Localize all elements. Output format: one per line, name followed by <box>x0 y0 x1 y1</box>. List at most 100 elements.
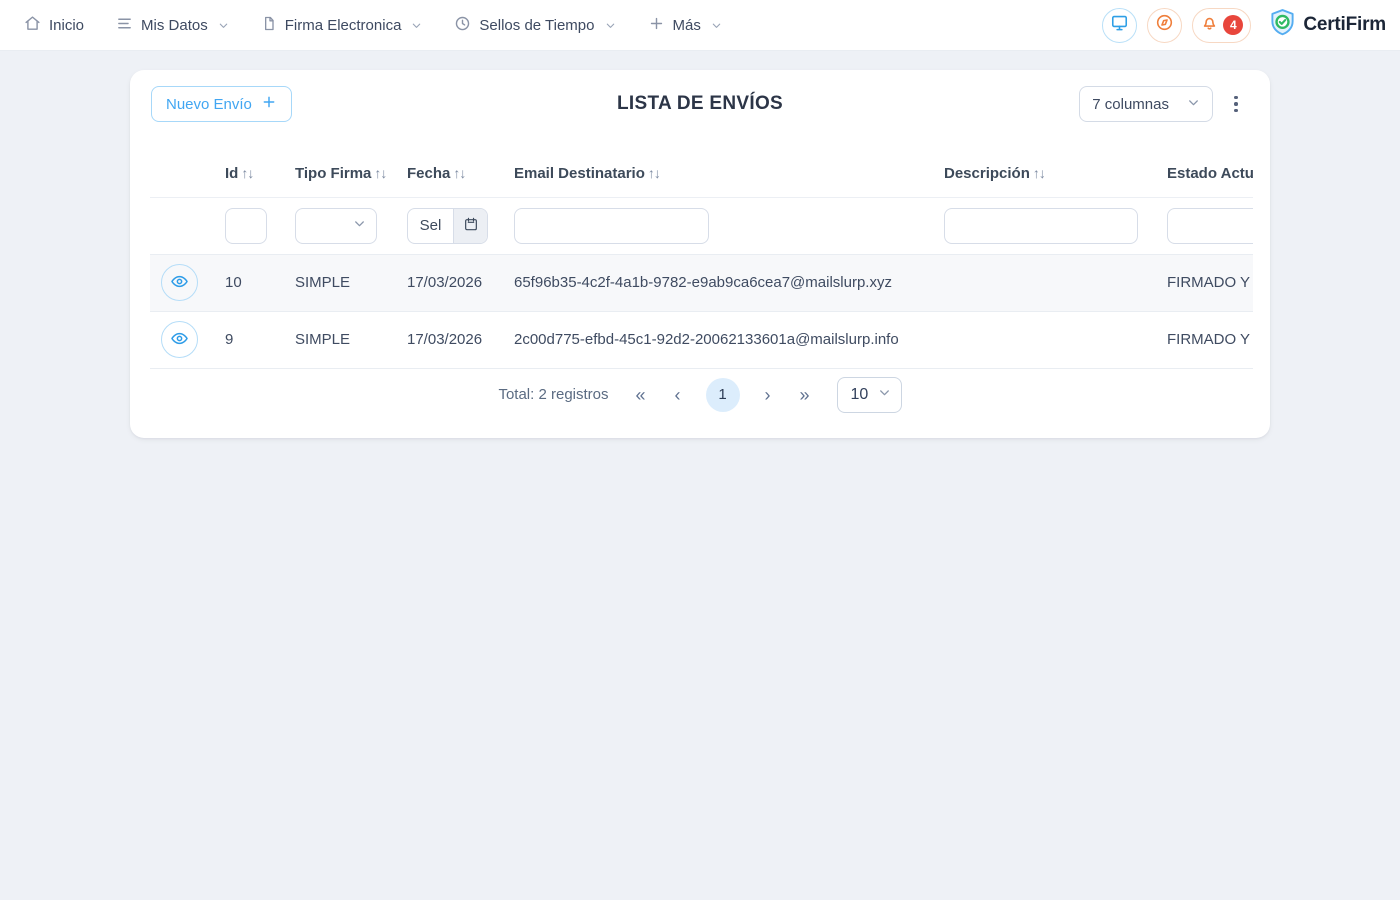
cell-fecha: 17/03/2026 <box>407 311 514 368</box>
chevron-down-icon <box>411 20 422 31</box>
estado-filter-input[interactable] <box>1167 208 1253 244</box>
nav-label: Más <box>673 17 701 34</box>
cell-id: 10 <box>225 254 295 311</box>
total-records-label: Total: 2 registros <box>498 386 608 403</box>
chevron-down-icon <box>711 20 722 31</box>
table-row[interactable]: 10 SIMPLE 17/03/2026 65f96b35-4c2f-4a1b-… <box>150 254 1253 311</box>
previous-page-button[interactable]: ‹ <box>671 386 685 404</box>
cell-descripcion <box>944 311 1167 368</box>
cell-email: 2c00d775-efbd-45c1-92d2-20062133601a@mai… <box>514 311 944 368</box>
cell-tipo-firma: SIMPLE <box>295 254 407 311</box>
dot <box>1234 102 1238 106</box>
calendar-icon <box>463 216 479 235</box>
monitor-icon <box>1110 13 1129 37</box>
table-filter-row: Sel <box>150 197 1253 254</box>
brand-logo[interactable]: CertiFirm <box>1269 8 1386 43</box>
tipo-firma-filter-select[interactable] <box>295 208 377 244</box>
view-envio-button[interactable] <box>161 264 198 301</box>
nav-item-mas[interactable]: Más <box>648 15 722 36</box>
chevron-down-icon <box>878 386 891 404</box>
column-header-fecha[interactable]: Fecha↑↓ <box>407 150 514 197</box>
brand-name: CertiFirm <box>1303 14 1386 36</box>
list-icon <box>116 15 133 36</box>
plus-icon <box>648 15 665 36</box>
nav-item-mis-datos[interactable]: Mis Datos <box>116 15 229 36</box>
descripcion-filter-input[interactable] <box>944 208 1138 244</box>
page-size-value: 10 <box>851 386 869 404</box>
id-filter-input[interactable] <box>225 208 267 244</box>
document-icon <box>261 15 277 36</box>
clock-icon <box>454 15 471 36</box>
compass-icon <box>1155 13 1174 37</box>
notifications-button[interactable]: 4 <box>1192 8 1251 43</box>
sort-icon[interactable]: ↑↓ <box>374 165 386 181</box>
nav-label: Inicio <box>49 17 84 34</box>
monitor-button[interactable] <box>1102 8 1137 43</box>
plus-icon <box>261 94 277 114</box>
nav-item-inicio[interactable]: Inicio <box>24 15 84 36</box>
compass-button[interactable] <box>1147 8 1182 43</box>
top-navigation-bar: Inicio Mis Datos Firma Electronica Sello… <box>0 0 1400 51</box>
column-header-actions <box>150 150 225 197</box>
envios-table: Id↑↓ Tipo Firma↑↓ Fecha↑↓ Email Destinat… <box>150 150 1253 369</box>
cell-estado: FIRMADO Y C <box>1167 254 1253 311</box>
dot <box>1234 109 1238 113</box>
cell-tipo-firma: SIMPLE <box>295 311 407 368</box>
new-envio-label: Nuevo Envío <box>166 96 252 113</box>
cell-descripcion <box>944 254 1167 311</box>
columns-select-value: 7 columnas <box>1092 96 1169 113</box>
bell-icon <box>1200 13 1219 37</box>
sort-icon[interactable]: ↑↓ <box>453 165 465 181</box>
column-header-tipo-firma[interactable]: Tipo Firma↑↓ <box>295 150 407 197</box>
topbar-actions: 4 CertiFirm <box>1102 8 1386 43</box>
next-page-button[interactable]: › <box>761 386 775 404</box>
eye-icon <box>170 329 189 351</box>
column-header-id[interactable]: Id↑↓ <box>225 150 295 197</box>
fecha-filter: Sel <box>407 208 488 244</box>
chevron-down-icon <box>605 20 616 31</box>
page-size-select[interactable]: 10 <box>837 377 902 413</box>
nav-item-firma-electronica[interactable]: Firma Electronica <box>261 15 423 36</box>
sort-icon[interactable]: ↑↓ <box>241 165 253 181</box>
view-envio-button[interactable] <box>161 321 198 358</box>
first-page-button[interactable]: « <box>632 386 650 404</box>
eye-icon <box>170 272 189 294</box>
card-header-actions: 7 columnas <box>1079 86 1249 122</box>
dot <box>1234 96 1238 100</box>
last-page-button[interactable]: » <box>796 386 814 404</box>
column-header-email[interactable]: Email Destinatario↑↓ <box>514 150 944 197</box>
filter-cell-empty <box>150 197 225 254</box>
cell-email: 65f96b35-4c2f-4a1b-9782-e9ab9ca6cea7@mai… <box>514 254 944 311</box>
chevron-down-icon <box>1187 96 1200 113</box>
column-header-descripcion[interactable]: Descripción↑↓ <box>944 150 1167 197</box>
calendar-button[interactable] <box>453 209 487 243</box>
cell-estado: FIRMADO Y C <box>1167 311 1253 368</box>
card-header: Nuevo Envío LISTA DE ENVÍOS 7 columnas <box>130 86 1270 122</box>
column-header-estado-actual[interactable]: Estado Actual <box>1167 150 1253 197</box>
cell-id: 9 <box>225 311 295 368</box>
envios-card: Nuevo Envío LISTA DE ENVÍOS 7 columnas <box>130 70 1270 438</box>
fecha-filter-value[interactable]: Sel <box>408 209 453 243</box>
nav-label: Sellos de Tiempo <box>479 17 594 34</box>
cell-fecha: 17/03/2026 <box>407 254 514 311</box>
new-envio-button[interactable]: Nuevo Envío <box>151 86 292 122</box>
table-row[interactable]: 9 SIMPLE 17/03/2026 2c00d775-efbd-45c1-9… <box>150 311 1253 368</box>
nav-item-sellos-de-tiempo[interactable]: Sellos de Tiempo <box>454 15 615 36</box>
table-scroll-container[interactable]: Id↑↓ Tipo Firma↑↓ Fecha↑↓ Email Destinat… <box>150 150 1253 369</box>
table-header-row: Id↑↓ Tipo Firma↑↓ Fecha↑↓ Email Destinat… <box>150 150 1253 197</box>
chevron-down-icon <box>218 20 229 31</box>
sort-icon[interactable]: ↑↓ <box>648 165 660 181</box>
current-page-button[interactable]: 1 <box>706 378 740 412</box>
notification-count-badge: 4 <box>1223 15 1243 35</box>
email-filter-input[interactable] <box>514 208 709 244</box>
pagination: Total: 2 registros « ‹ 1 › » 10 <box>130 377 1270 413</box>
chevron-down-icon <box>353 217 366 234</box>
nav-label: Firma Electronica <box>285 17 402 34</box>
home-icon <box>24 15 41 36</box>
shield-check-icon <box>1269 8 1296 43</box>
nav-label: Mis Datos <box>141 17 208 34</box>
columns-select[interactable]: 7 columnas <box>1079 86 1213 122</box>
sort-icon[interactable]: ↑↓ <box>1033 165 1045 181</box>
more-options-button[interactable] <box>1223 86 1249 122</box>
main-menu: Inicio Mis Datos Firma Electronica Sello… <box>24 15 722 36</box>
